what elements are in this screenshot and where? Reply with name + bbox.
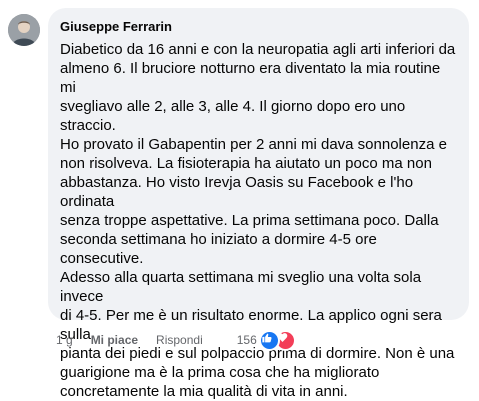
avatar[interactable] bbox=[8, 14, 40, 46]
reactions-summary[interactable]: 156 bbox=[236, 329, 296, 351]
comment-actions: 1 g Mi piace Rispondi 156 bbox=[56, 329, 296, 351]
comment-timestamp[interactable]: 1 g bbox=[56, 333, 73, 347]
user-avatar-icon bbox=[8, 14, 40, 46]
reply-button[interactable]: Rispondi bbox=[156, 333, 203, 347]
comment-author[interactable]: Giuseppe Ferrarin bbox=[60, 18, 457, 35]
reaction-count: 156 bbox=[236, 333, 257, 347]
like-button[interactable]: Mi piace bbox=[91, 333, 138, 347]
comment-bubble: Giuseppe Ferrarin Diabetico da 16 anni e… bbox=[48, 8, 469, 400]
like-icon bbox=[258, 329, 280, 351]
